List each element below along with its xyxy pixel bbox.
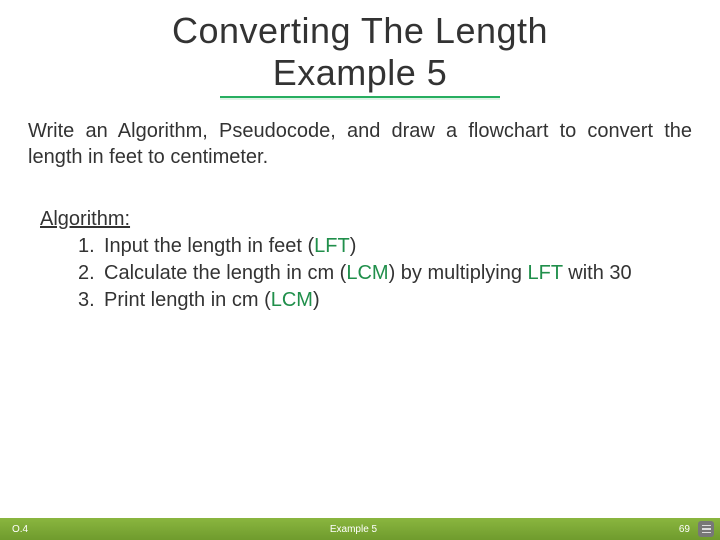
variable-lft: LFT: [528, 262, 563, 284]
variable-lcm: LCM: [271, 289, 313, 311]
title-line-2: Example 5: [273, 52, 448, 94]
variable-lcm: LCM: [346, 262, 388, 284]
menu-icon[interactable]: [698, 521, 714, 537]
step-text: Calculate the length in cm (LCM) by mult…: [104, 260, 632, 287]
intro-paragraph: Write an Algorithm, Pseudocode, and draw…: [0, 98, 720, 170]
algorithm-heading: Algorithm:: [40, 206, 680, 233]
list-item: 3. Print length in cm (LCM): [78, 287, 680, 314]
slide-footer: O.4 Example 5 69: [0, 518, 720, 540]
footer-left: O.4: [0, 524, 28, 535]
step-number: 3.: [78, 287, 104, 314]
title-line-1: Converting The Length: [0, 10, 720, 52]
variable-lft: LFT: [314, 235, 350, 257]
step-text: Input the length in feet (LFT): [104, 233, 356, 260]
algorithm-block: Algorithm: 1. Input the length in feet (…: [0, 170, 720, 314]
slide-title: Converting The Length Example 5: [0, 0, 720, 98]
list-item: 2. Calculate the length in cm (LCM) by m…: [78, 260, 680, 287]
step-number: 2.: [78, 260, 104, 287]
step-number: 1.: [78, 233, 104, 260]
list-item: 1. Input the length in feet (LFT): [78, 233, 680, 260]
step-text: Print length in cm (LCM): [104, 287, 320, 314]
footer-center: Example 5: [28, 524, 679, 535]
algorithm-steps: 1. Input the length in feet (LFT) 2. Cal…: [40, 233, 680, 314]
